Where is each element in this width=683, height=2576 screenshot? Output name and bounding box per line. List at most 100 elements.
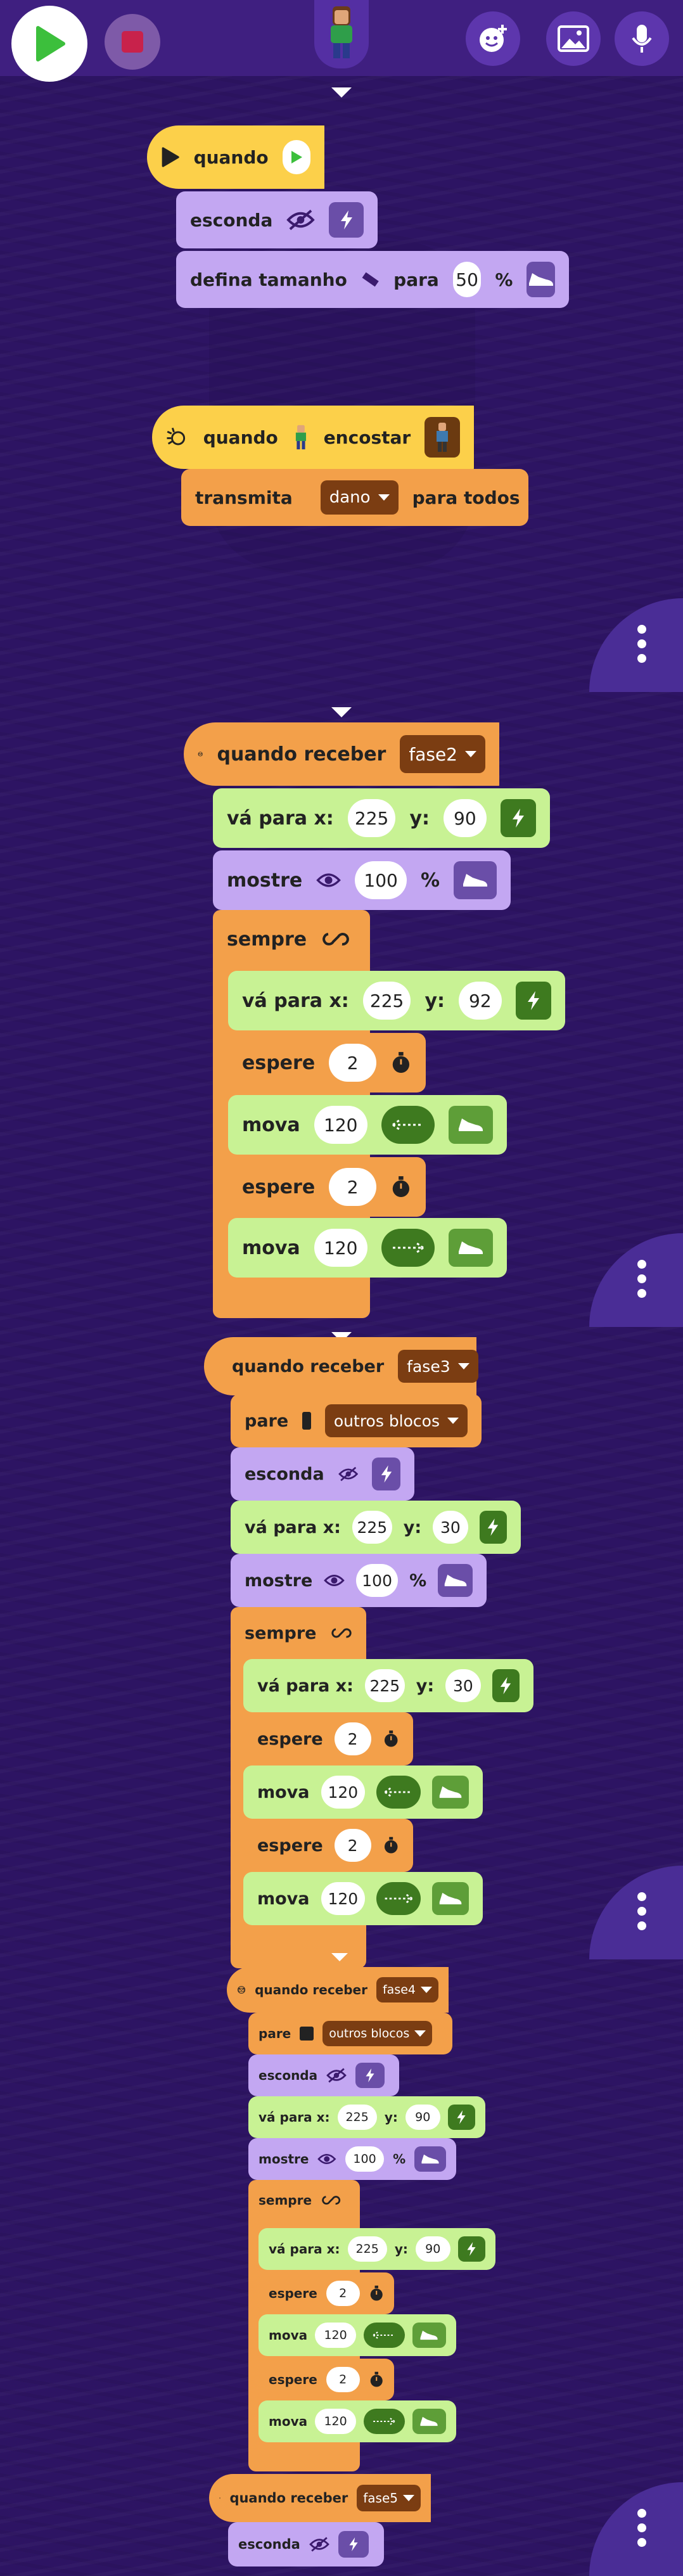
- sprite-dropdown-arrow[interactable]: [331, 87, 352, 98]
- move-right-block[interactable]: mova 120: [228, 1218, 507, 1278]
- x-input[interactable]: 225: [347, 799, 396, 837]
- arrow-left-icon[interactable]: [381, 1106, 435, 1144]
- stop-block[interactable]: pare outros blocos: [248, 2013, 452, 2054]
- side-menu-button[interactable]: [589, 1866, 683, 1959]
- collapse-arrow[interactable]: [331, 1953, 348, 1961]
- instant-icon[interactable]: [355, 2063, 385, 2088]
- sneaker-icon[interactable]: [431, 1882, 469, 1915]
- move-right-block[interactable]: mova 120: [243, 1872, 483, 1925]
- move-steps-input[interactable]: 120: [314, 1229, 367, 1267]
- forever-block[interactable]: sempre: [231, 1607, 366, 1659]
- sneaker-icon[interactable]: [527, 262, 556, 297]
- y-input[interactable]: 90: [405, 2105, 440, 2130]
- y-input[interactable]: 30: [433, 1511, 468, 1544]
- arrow-left-icon[interactable]: [364, 2323, 405, 2348]
- arrow-right-icon[interactable]: [376, 1882, 421, 1915]
- arrow-left-icon[interactable]: [376, 1776, 421, 1809]
- hide-block[interactable]: esconda: [231, 1447, 414, 1501]
- go-to-xy-block[interactable]: vá para x: 225 y: 90: [248, 2096, 485, 2138]
- go-to-xy-block[interactable]: vá para x: 225 y: 90: [213, 788, 550, 848]
- y-input[interactable]: 90: [415, 2236, 450, 2262]
- y-input[interactable]: 92: [459, 982, 502, 1020]
- forever-block[interactable]: sempre: [248, 2180, 360, 2220]
- sneaker-icon[interactable]: [431, 1776, 469, 1809]
- collapse-arrow[interactable]: [331, 707, 352, 717]
- stop-option-dropdown[interactable]: outros blocos: [324, 1404, 468, 1437]
- hide-block[interactable]: esconda: [228, 2522, 384, 2566]
- show-value-input[interactable]: 100: [355, 861, 407, 899]
- show-value-input[interactable]: 100: [356, 1564, 399, 1597]
- instant-icon[interactable]: [457, 2236, 485, 2262]
- when-receive-block[interactable]: quando receber fase2: [184, 722, 499, 786]
- when-receive-block[interactable]: quando receber fase4: [227, 1967, 449, 2013]
- move-steps-input[interactable]: 120: [315, 2409, 357, 2434]
- x-input[interactable]: 225: [352, 1511, 392, 1544]
- arrow-right-icon[interactable]: [381, 1229, 435, 1267]
- wait-block[interactable]: espere 2: [243, 1712, 413, 1765]
- wait-input[interactable]: 2: [334, 1829, 371, 1862]
- move-left-block[interactable]: mova 120: [259, 2314, 456, 2356]
- when-touching-block[interactable]: quando encostar: [152, 406, 474, 469]
- stop-button[interactable]: [105, 14, 160, 70]
- message-dropdown[interactable]: fase5: [357, 2485, 421, 2511]
- move-steps-input[interactable]: 120: [314, 1106, 367, 1144]
- instant-icon[interactable]: [447, 2105, 475, 2130]
- move-left-block[interactable]: mova 120: [243, 1765, 483, 1819]
- size-value-input[interactable]: 50: [452, 262, 482, 297]
- when-receive-block[interactable]: quando receber fase3: [204, 1337, 478, 1395]
- sneaker-icon[interactable]: [438, 1564, 473, 1597]
- side-menu-button[interactable]: [589, 2482, 683, 2576]
- sneaker-icon[interactable]: [414, 2146, 447, 2172]
- wait-input[interactable]: 2: [326, 2367, 360, 2392]
- forever-block[interactable]: sempre: [213, 910, 370, 968]
- x-input[interactable]: 225: [364, 1669, 405, 1702]
- wait-input[interactable]: 2: [334, 1722, 371, 1755]
- go-to-xy-block[interactable]: vá para x: 225 y: 92: [228, 971, 565, 1030]
- y-input[interactable]: 90: [444, 799, 487, 837]
- backgrounds-button[interactable]: [546, 11, 601, 66]
- instant-icon[interactable]: [329, 202, 364, 238]
- wait-block[interactable]: espere 2: [259, 2272, 394, 2314]
- move-steps-input[interactable]: 120: [315, 2323, 357, 2348]
- when-receive-block[interactable]: quando receber fase5: [209, 2474, 431, 2522]
- side-menu-button[interactable]: [589, 598, 683, 692]
- message-dropdown[interactable]: fase3: [398, 1350, 478, 1383]
- show-block[interactable]: mostre 100 %: [231, 1554, 487, 1607]
- wait-block[interactable]: espere 2: [259, 2359, 394, 2400]
- message-dropdown[interactable]: dano: [320, 480, 399, 515]
- wait-input[interactable]: 2: [326, 2281, 360, 2306]
- move-steps-input[interactable]: 120: [321, 1882, 366, 1915]
- instant-icon[interactable]: [479, 1511, 507, 1544]
- wait-block[interactable]: espere 2: [243, 1819, 413, 1872]
- move-left-block[interactable]: mova 120: [228, 1095, 507, 1155]
- stop-block[interactable]: pare outros blocos: [231, 1394, 482, 1447]
- wait-input[interactable]: 2: [329, 1044, 377, 1082]
- sound-button[interactable]: [615, 11, 669, 66]
- move-steps-input[interactable]: 120: [321, 1776, 366, 1809]
- show-block[interactable]: mostre 100 %: [213, 850, 511, 910]
- x-input[interactable]: 225: [347, 2236, 387, 2262]
- show-value-input[interactable]: 100: [345, 2146, 385, 2172]
- show-block[interactable]: mostre 100 %: [248, 2138, 456, 2180]
- sneaker-icon[interactable]: [412, 2409, 446, 2434]
- stop-option-dropdown[interactable]: outros blocos: [322, 2021, 433, 2046]
- sneaker-icon[interactable]: [412, 2323, 446, 2348]
- go-to-xy-block[interactable]: vá para x: 225 y: 30: [243, 1659, 533, 1712]
- hide-block[interactable]: esconda: [176, 191, 378, 248]
- wait-block[interactable]: espere 2: [228, 1157, 426, 1217]
- arrow-right-icon[interactable]: [364, 2409, 405, 2434]
- x-input[interactable]: 225: [337, 2105, 377, 2130]
- set-size-block[interactable]: defina tamanho para 50 %: [176, 251, 569, 308]
- play-button[interactable]: [11, 6, 87, 82]
- go-to-xy-block[interactable]: vá para x: 225 y: 30: [231, 1501, 521, 1554]
- target-sprite-selector[interactable]: [424, 417, 460, 458]
- instant-icon[interactable]: [500, 799, 536, 837]
- current-sprite-tab[interactable]: [314, 0, 369, 68]
- move-right-block[interactable]: mova 120: [259, 2400, 456, 2442]
- x-input[interactable]: 225: [362, 982, 411, 1020]
- message-dropdown[interactable]: fase4: [376, 1977, 438, 2002]
- add-character-button[interactable]: [466, 11, 520, 66]
- instant-icon[interactable]: [372, 1458, 400, 1490]
- hide-block[interactable]: esconda: [248, 2054, 399, 2096]
- sneaker-icon[interactable]: [448, 1106, 493, 1144]
